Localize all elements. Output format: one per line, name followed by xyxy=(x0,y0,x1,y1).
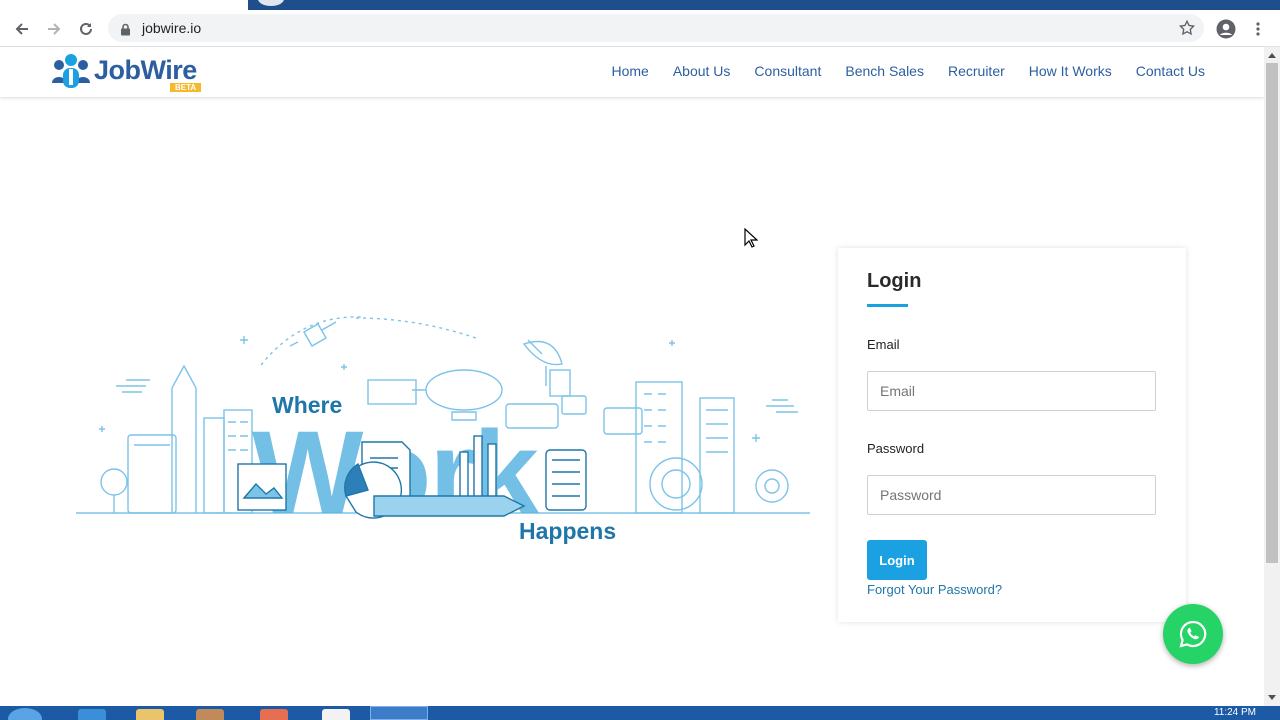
login-button[interactable]: Login xyxy=(867,540,927,580)
address-url[interactable]: jobwire.io xyxy=(142,20,201,36)
back-icon[interactable] xyxy=(10,17,34,41)
explorer-taskbar-icon[interactable] xyxy=(136,709,164,720)
scroll-thumb[interactable] xyxy=(1266,63,1278,563)
chrome-taskbar-icon[interactable] xyxy=(370,706,428,720)
password-label: Password xyxy=(867,441,925,456)
menu-dots-icon[interactable] xyxy=(1246,17,1270,41)
forgot-password-link[interactable]: Forgot Your Password? xyxy=(867,582,1002,597)
logo-beta-badge: BETA xyxy=(170,83,202,92)
page-scrollbar[interactable] xyxy=(1264,47,1280,706)
ie-taskbar-icon[interactable] xyxy=(78,709,106,720)
browser-tab-active[interactable] xyxy=(0,0,248,10)
logo-wordmark: JobWire xyxy=(94,55,197,85)
email-label: Email xyxy=(867,337,900,352)
nav-bench-sales[interactable]: Bench Sales xyxy=(845,63,924,79)
bookmark-star-icon[interactable] xyxy=(1178,19,1196,41)
nav-about-us[interactable]: About Us xyxy=(673,63,731,79)
os-taskbar: 11:24 PM xyxy=(0,706,1280,720)
hero-illustration: Work Where Happens xyxy=(76,300,810,550)
browser-tab-strip xyxy=(0,0,1280,10)
scroll-down-arrow[interactable] xyxy=(1268,695,1276,700)
document-taskbar-icon[interactable] xyxy=(322,709,350,720)
mouse-cursor-icon xyxy=(744,227,759,252)
login-card: Login Email Password Login Forgot Your P… xyxy=(838,248,1186,622)
whatsapp-chat-button[interactable] xyxy=(1163,604,1223,664)
whatsapp-icon xyxy=(1179,620,1207,648)
nav-recruiter[interactable]: Recruiter xyxy=(948,63,1005,79)
nav-home[interactable]: Home xyxy=(611,63,648,79)
browser-tab-favicon[interactable] xyxy=(258,0,284,6)
login-title-underline xyxy=(867,304,908,307)
password-input[interactable] xyxy=(867,475,1156,515)
email-input[interactable] xyxy=(867,371,1156,411)
main-nav: Home About Us Consultant Bench Sales Rec… xyxy=(587,63,1205,79)
taskbar-clock: 11:24 PM xyxy=(1213,707,1256,718)
lock-icon xyxy=(120,21,131,40)
site-logo[interactable]: JobWire BETA xyxy=(50,53,210,93)
app-taskbar-icon[interactable] xyxy=(196,709,224,720)
nav-how-it-works[interactable]: How It Works xyxy=(1029,63,1112,79)
browser-toolbar: jobwire.io xyxy=(0,10,1280,47)
site-header: JobWire BETA Home About Us Consultant Be… xyxy=(0,47,1264,97)
address-bar[interactable]: jobwire.io xyxy=(108,14,1204,42)
nav-consultant[interactable]: Consultant xyxy=(754,63,821,79)
hero-happens-word: Happens xyxy=(519,518,617,544)
logo-people-icon xyxy=(52,54,90,88)
hero-where-word: Where xyxy=(272,392,343,418)
reload-icon[interactable] xyxy=(74,17,98,41)
login-title: Login xyxy=(867,270,922,292)
forward-icon[interactable] xyxy=(42,17,66,41)
scroll-up-arrow[interactable] xyxy=(1268,53,1276,58)
start-button-icon[interactable] xyxy=(8,708,42,720)
firefox-taskbar-icon[interactable] xyxy=(260,709,288,720)
nav-contact-us[interactable]: Contact Us xyxy=(1136,63,1205,79)
city-line-art: Work xyxy=(76,316,810,539)
profile-icon[interactable] xyxy=(1214,17,1238,41)
